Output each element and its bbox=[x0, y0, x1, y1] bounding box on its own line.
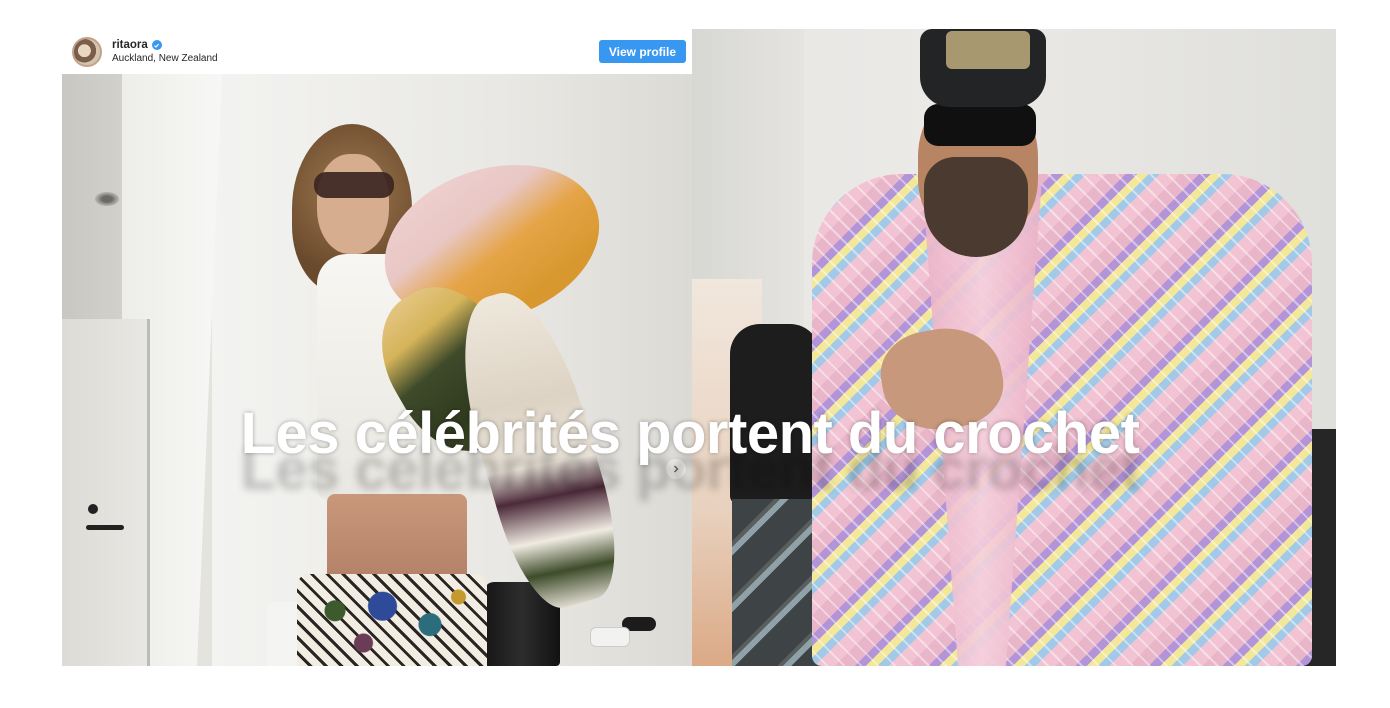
door-lock bbox=[88, 504, 98, 514]
username-row: ritaora bbox=[112, 38, 218, 52]
toilet-paper bbox=[590, 627, 630, 647]
post-photo[interactable] bbox=[62, 74, 692, 666]
beard bbox=[924, 157, 1028, 257]
location-link[interactable]: Auckland, New Zealand bbox=[112, 53, 218, 64]
dark-sunglasses bbox=[924, 104, 1036, 146]
page: ritaora Auckland, New Zealand View profi… bbox=[0, 0, 1390, 708]
username[interactable]: ritaora bbox=[112, 39, 148, 51]
verified-badge-icon bbox=[151, 40, 162, 50]
crochet-skirt bbox=[297, 574, 487, 666]
sunglasses bbox=[314, 172, 394, 198]
midriff bbox=[327, 494, 467, 584]
cap-logo-patch bbox=[946, 31, 1030, 69]
instagram-embed: ritaora Auckland, New Zealand View profi… bbox=[62, 29, 692, 666]
user-block: ritaora Auckland, New Zealand bbox=[112, 38, 218, 64]
embed-header: ritaora Auckland, New Zealand View profi… bbox=[62, 29, 692, 74]
avatar[interactable] bbox=[72, 37, 102, 67]
ceiling-light bbox=[95, 192, 119, 206]
door-handle bbox=[86, 525, 124, 530]
person-face bbox=[317, 154, 389, 254]
view-profile-button[interactable]: View profile bbox=[598, 40, 686, 63]
headline: Les célébrités portent du crochet bbox=[240, 401, 1140, 466]
second-photo bbox=[692, 29, 1336, 666]
